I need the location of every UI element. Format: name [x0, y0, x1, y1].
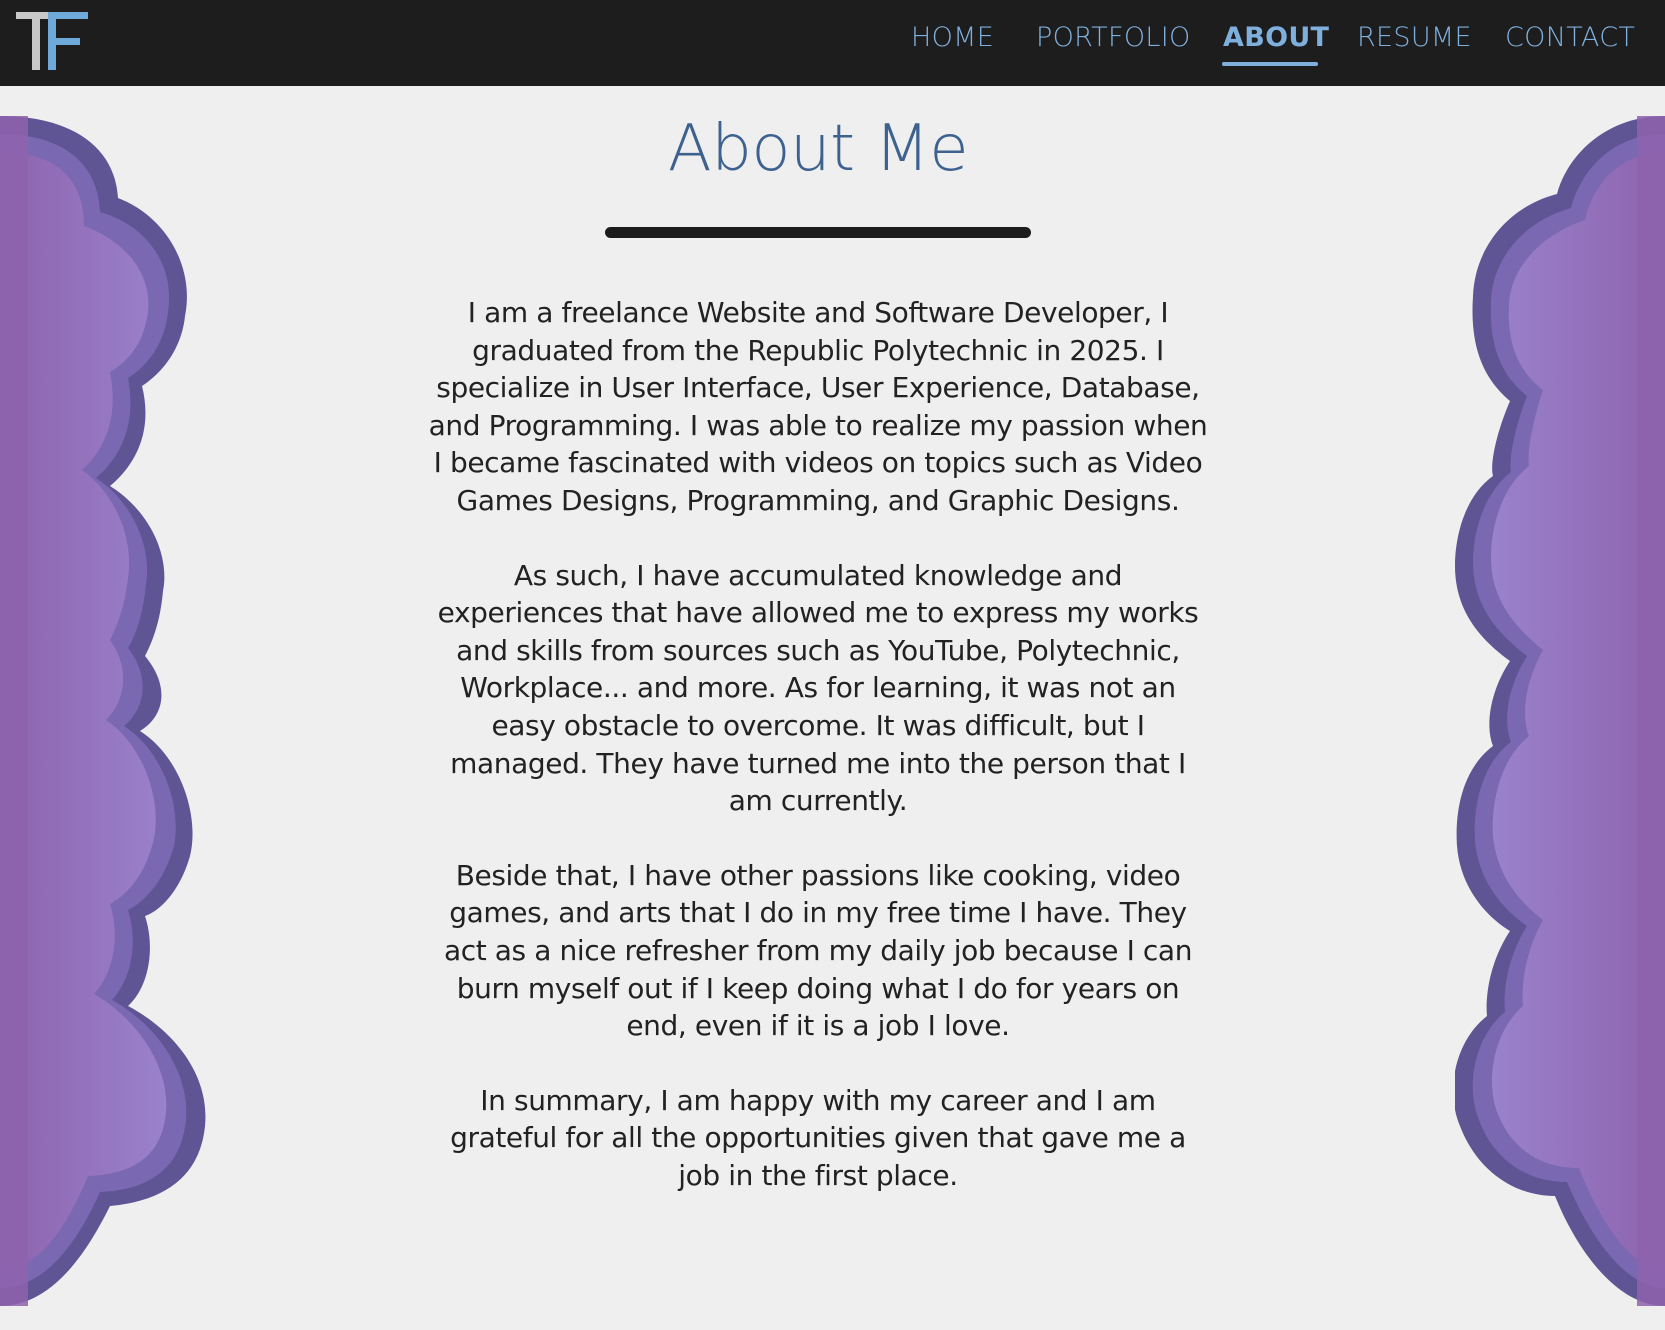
nav-link-about[interactable]: ABOUT	[1223, 22, 1329, 53]
top-navbar: TF HOME PORTFOLIO ABOUT RESUME CONTACT	[0, 0, 1665, 86]
right-cloud-decoration	[1455, 116, 1665, 1306]
nav-link-home[interactable]: HOME	[911, 22, 994, 53]
nav-link-portfolio[interactable]: PORTFOLIO	[1036, 22, 1191, 53]
about-paragraph: Beside that, I have other passions like …	[443, 858, 1193, 1043]
about-content: I am a freelance Website and Software De…	[428, 294, 1208, 1231]
page-title: About Me	[667, 112, 969, 186]
nav-link-resume[interactable]: RESUME	[1357, 22, 1472, 53]
tf-monogram-icon[interactable]	[14, 6, 90, 76]
left-cloud-decoration	[0, 116, 206, 1306]
title-divider	[605, 227, 1031, 238]
about-paragraph: I am a freelance Website and Software De…	[428, 296, 1208, 517]
nav-link-contact[interactable]: CONTACT	[1505, 22, 1635, 53]
about-paragraph: In summary, I am happy with my career an…	[450, 1083, 1186, 1192]
active-nav-underline	[1222, 62, 1318, 66]
about-paragraph: As such, I have accumulated knowledge an…	[437, 558, 1199, 818]
